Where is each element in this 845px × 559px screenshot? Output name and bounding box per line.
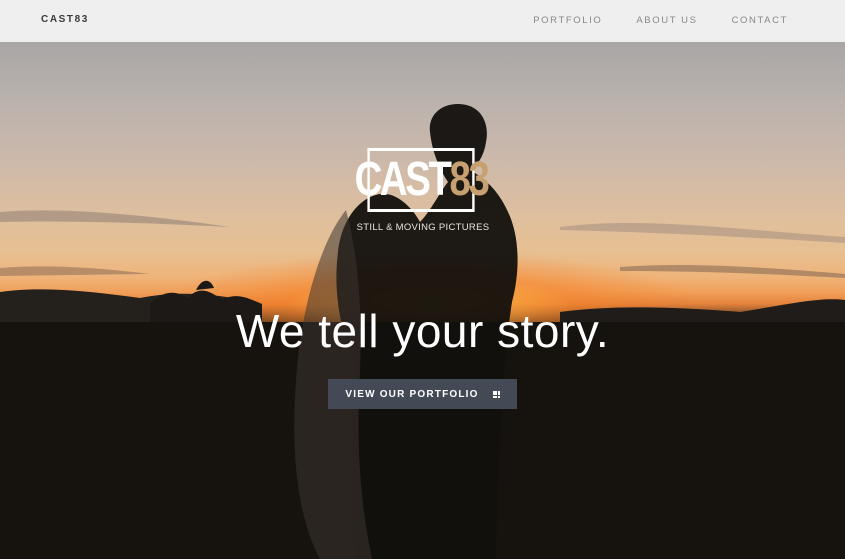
logo-tagline: STILL & MOVING PICTURES: [356, 222, 490, 233]
hero-headline: We tell your story.: [235, 305, 610, 357]
nav-link-about-us[interactable]: ABOUT US: [636, 15, 697, 26]
brand-link[interactable]: CAST83: [41, 14, 89, 25]
view-portfolio-label: VIEW OUR PORTFOLIO: [345, 388, 479, 400]
logo-text-cast: CAST: [354, 153, 452, 206]
grid-icon: [492, 390, 500, 398]
nav-link-portfolio[interactable]: PORTFOLIO: [533, 15, 602, 26]
top-nav-bar: CAST83 PORTFOLIO ABOUT US CONTACT: [0, 0, 845, 42]
main-nav: PORTFOLIO ABOUT US CONTACT: [533, 15, 788, 26]
hero-section: CAST 83 STILL & MOVING PICTURES We tell y…: [0, 42, 845, 559]
cast83-logo: CAST 83: [355, 148, 490, 212]
hero-background-image: [0, 104, 845, 559]
logo-text-83: 83: [449, 153, 490, 206]
view-portfolio-button[interactable]: VIEW OUR PORTFOLIO: [328, 379, 517, 409]
nav-link-contact[interactable]: CONTACT: [732, 15, 788, 26]
